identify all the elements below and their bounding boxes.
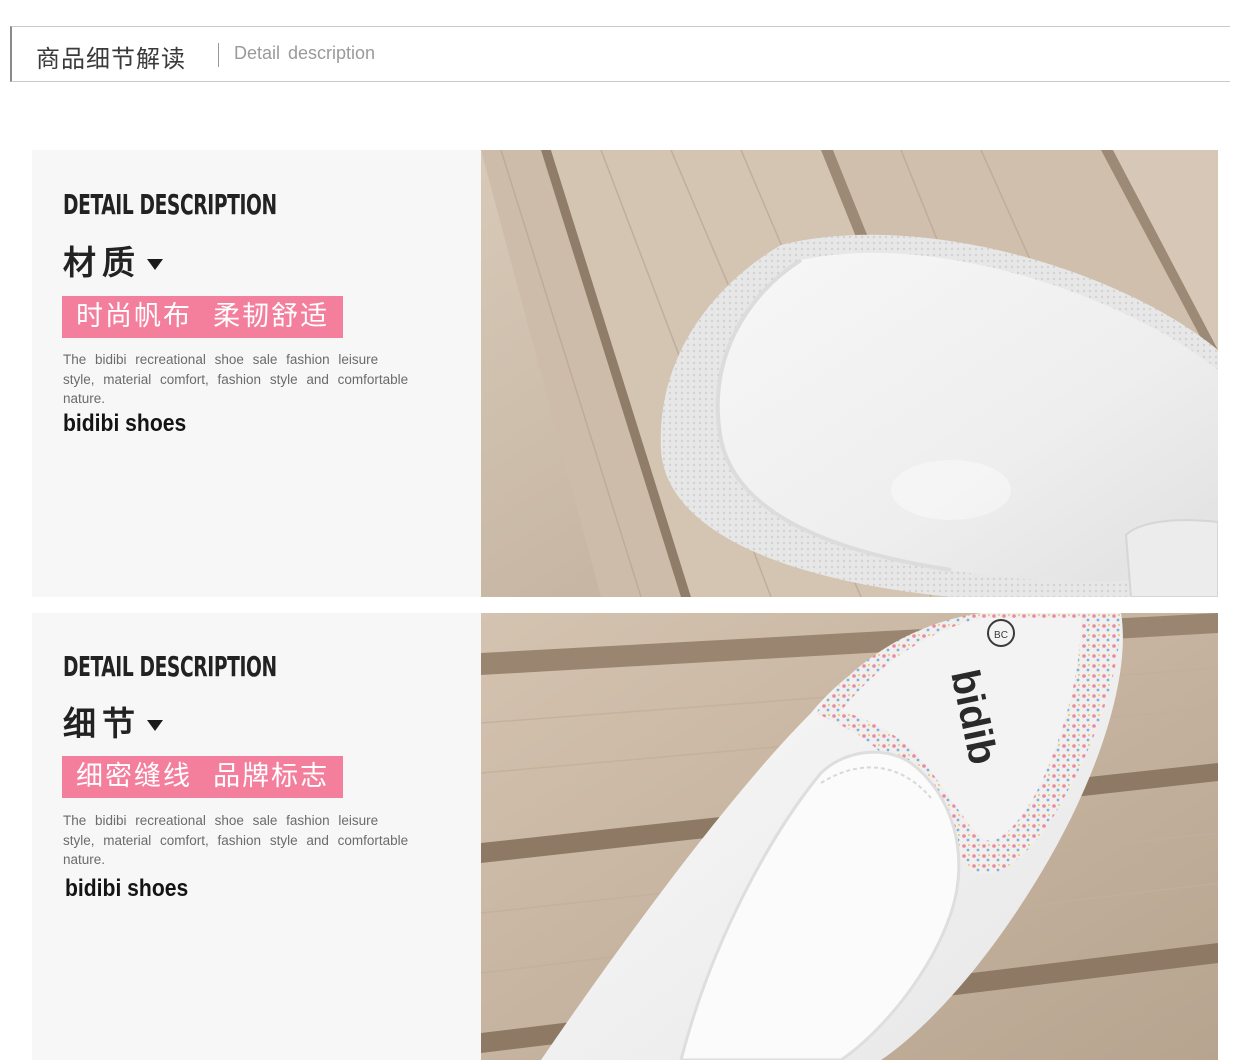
- detail-topic-label: 细节: [63, 704, 141, 743]
- insole-badge: BC: [994, 630, 1008, 641]
- detail-text-column: DETAIL DESCRIPTION 细节 细密缝线 品牌标志 The bidi…: [32, 613, 481, 1060]
- caret-down-icon: [147, 720, 163, 731]
- shoe-insole-photo: bidib BC: [481, 613, 1218, 1060]
- header-title: 商品细节解读: [36, 45, 186, 73]
- detail-panel-material: DETAIL DESCRIPTION 材质 时尚帆布 柔韧舒适 The bidi…: [32, 150, 1218, 597]
- shoe-toe-photo: [481, 150, 1218, 597]
- detail-kicker: DETAIL DESCRIPTION: [63, 650, 277, 683]
- detail-topic: 材质: [63, 236, 163, 284]
- detail-panel-details: DETAIL DESCRIPTION 细节 细密缝线 品牌标志 The bidi…: [32, 613, 1218, 1060]
- detail-text-column: DETAIL DESCRIPTION 材质 时尚帆布 柔韧舒适 The bidi…: [32, 150, 481, 597]
- header-subtitle: Detail description: [234, 43, 376, 63]
- detail-topic: 细节: [63, 697, 163, 745]
- caret-down-icon: [147, 259, 163, 270]
- detail-description: The bidibi recreational shoe sale fashio…: [63, 813, 409, 867]
- brand-name: bidibi shoes: [65, 875, 189, 902]
- feature-tag: 时尚帆布 柔韧舒适: [62, 296, 344, 338]
- header-divider: [218, 43, 219, 67]
- detail-description: The bidibi recreational shoe sale fashio…: [63, 352, 409, 406]
- section-header: 商品细节解读 Detail description: [10, 26, 1230, 82]
- detail-topic-label: 材质: [63, 243, 141, 282]
- feature-tag: 细密缝线 品牌标志: [62, 756, 344, 798]
- detail-kicker: DETAIL DESCRIPTION: [63, 188, 277, 221]
- brand-name: bidibi shoes: [63, 410, 187, 437]
